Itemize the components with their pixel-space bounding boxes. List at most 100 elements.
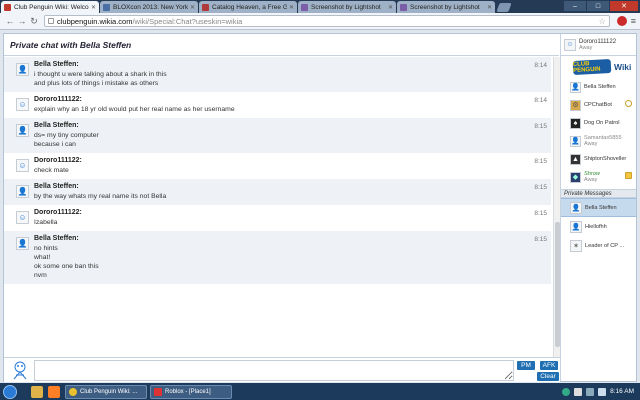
chat-input-bar: PM AFK Clear [4, 357, 560, 382]
user-avatar-icon[interactable]: 👤 [16, 185, 29, 198]
private-chat-item[interactable]: 👤 Hiellofhh [561, 217, 636, 236]
tab-close-icon[interactable]: ✕ [388, 4, 393, 11]
my-user-status[interactable]: ☺ Dororo111122 Away [561, 34, 636, 56]
message-author[interactable]: Bella Steffen: [34, 61, 551, 68]
tab-favicon-icon [103, 3, 110, 11]
user-name: Bella Steffen [584, 84, 616, 90]
user-avatar-icon: 👤 [570, 220, 582, 233]
taskbar-item-roblox[interactable]: Roblox - [Place1] [150, 384, 232, 399]
message-author[interactable]: Bella Steffen: [34, 235, 551, 242]
chat-window: Private chat with Bella Steffen 👤 Bella … [3, 33, 637, 382]
afk-button[interactable]: AFK [540, 361, 558, 370]
user-avatar-icon[interactable]: ☺ [16, 211, 29, 224]
back-arrow-icon[interactable]: ← [4, 16, 16, 26]
chat-message: ☺ Dororo111122: explain why an 18 yr old… [4, 92, 551, 118]
user-list-item[interactable]: 👤 Samantas5855 Away [561, 132, 636, 150]
message-author[interactable]: Dororo111122: [34, 157, 551, 164]
user-sidebar: ☺ Dororo111122 Away CLUB PENGUIN Wiki 👤 … [560, 34, 636, 381]
media-player-icon[interactable] [48, 385, 60, 398]
message-author[interactable]: Bella Steffen: [34, 183, 551, 190]
chrome-icon [69, 387, 77, 396]
private-messages-header: Private Messages [561, 189, 636, 198]
user-avatar-icon[interactable]: ☺ [16, 98, 29, 111]
system-clock[interactable]: 8:16 AM [610, 388, 634, 395]
browser-tab-2[interactable]: Catalog Heaven, a Free Game ✕ [199, 1, 297, 13]
staff-badge-icon [625, 100, 632, 107]
browser-tab-1[interactable]: BLOXcon 2013: New York ✕ [100, 1, 198, 13]
user-avatar-icon: ◆ [570, 171, 581, 183]
user-name: ShiptonShoveller [584, 156, 627, 162]
club-penguin-logo: CLUB PENGUIN [572, 59, 612, 75]
explorer-icon[interactable] [31, 385, 43, 398]
message-scrollbar[interactable] [553, 57, 560, 357]
tray-app-icon[interactable] [562, 387, 571, 396]
private-chat-item[interactable]: ✶ Leader of CP ... [561, 236, 636, 255]
clear-button[interactable]: Clear [537, 372, 559, 381]
bookmark-star-icon[interactable]: ☆ [599, 17, 606, 26]
user-avatar-icon[interactable]: ☺ [16, 159, 29, 172]
user-name: Dog On Patrol [584, 120, 620, 126]
chat-message: 👤 Bella Steffen: by the way whats my rea… [4, 179, 551, 205]
user-avatar-icon: 👤 [570, 81, 581, 93]
tray-flag-icon[interactable] [574, 387, 583, 396]
user-avatar-icon[interactable]: 👤 [16, 124, 29, 137]
minimize-icon[interactable]: – [564, 1, 586, 11]
private-chat-item[interactable]: 👤 Bella Steffen [561, 198, 636, 217]
user-avatar-icon: 👤 [570, 135, 581, 147]
tab-close-icon[interactable]: ✕ [487, 4, 492, 11]
tab-close-icon[interactable]: ✕ [91, 4, 96, 11]
message-author[interactable]: Dororo111122: [34, 96, 551, 103]
user-status: Away [584, 141, 598, 147]
message-author[interactable]: Dororo111122: [34, 209, 551, 216]
browser-tab-4[interactable]: Screenshot by Lightshot ✕ [397, 1, 495, 13]
wrench-menu-icon[interactable]: ≡ [631, 16, 636, 26]
forward-arrow-icon[interactable]: → [16, 16, 28, 26]
user-list-item[interactable]: ◆ Shrow Away [561, 168, 636, 186]
url-path: /wiki/Special:Chat?useskin=wikia [132, 16, 243, 26]
browser-tab-0[interactable]: Club Penguin Wiki: Welcome ✕ [1, 1, 99, 13]
user-avatar-icon: 👤 [570, 201, 582, 214]
taskbar-item-label: Club Penguin Wiki: ... [80, 388, 138, 395]
user-avatar-icon: ♠ [570, 117, 581, 129]
user-list-item[interactable]: ▲ ShiptonShoveller [561, 150, 636, 168]
user-list-item[interactable]: ♠ Dog On Patrol [561, 114, 636, 132]
system-tray: 8:16 AM [562, 387, 640, 396]
volume-icon[interactable] [598, 387, 607, 396]
start-button[interactable] [3, 384, 17, 399]
taskbar-item-browser[interactable]: Club Penguin Wiki: ... [65, 384, 147, 399]
close-window-icon[interactable]: ✕ [610, 1, 638, 11]
message-author[interactable]: Bella Steffen: [34, 122, 551, 129]
browser-tab-strip: Club Penguin Wiki: Welcome ✕ BLOXcon 201… [0, 0, 640, 13]
extension-icon[interactable] [616, 16, 627, 26]
roblox-icon [154, 387, 162, 396]
reload-icon[interactable]: ↻ [28, 16, 40, 27]
message-text: by the way whats my real name its not Be… [34, 193, 167, 200]
page-icon [48, 18, 54, 24]
message-text: Izabella [34, 219, 58, 226]
tab-favicon-icon [4, 3, 11, 11]
user-list-item[interactable]: ⚙ CPChatBot [561, 96, 636, 114]
my-status: Away [579, 44, 593, 51]
tab-close-icon[interactable]: ✕ [190, 4, 195, 11]
user-list-item[interactable]: 👤 Bella Steffen [561, 78, 636, 96]
browser-tab-3[interactable]: Screenshot by Lightshot ✕ [298, 1, 396, 13]
user-avatar-icon[interactable]: 👤 [16, 63, 29, 76]
my-avatar-icon [13, 361, 27, 380]
message-text: what! [34, 254, 51, 261]
message-text: because i can [34, 141, 76, 148]
network-icon[interactable] [586, 387, 595, 396]
message-input[interactable] [34, 360, 514, 381]
new-tab-button[interactable] [496, 3, 512, 12]
tab-favicon-icon [301, 3, 308, 11]
tab-close-icon[interactable]: ✕ [289, 4, 294, 11]
wiki-logo: CLUB PENGUIN Wiki [561, 56, 636, 78]
chat-message: ☺ Dororo111122: Izabella 8:15 [4, 205, 551, 231]
pm-button[interactable]: PM [517, 361, 535, 370]
maximize-icon[interactable]: □ [587, 1, 609, 11]
chat-message: 👤 Bella Steffen: ds= my tiny computer be… [4, 118, 551, 153]
my-username: Dororo111122 [579, 38, 617, 45]
chat-message: 👤 Bella Steffen: i thought u were talkin… [4, 57, 551, 92]
message-text: and plus lots of things i mistake as oth… [34, 80, 159, 87]
address-bar[interactable]: clubpenguin.wikia.com /wiki/Special:Chat… [44, 15, 610, 27]
user-avatar-icon[interactable]: 👤 [16, 237, 29, 250]
